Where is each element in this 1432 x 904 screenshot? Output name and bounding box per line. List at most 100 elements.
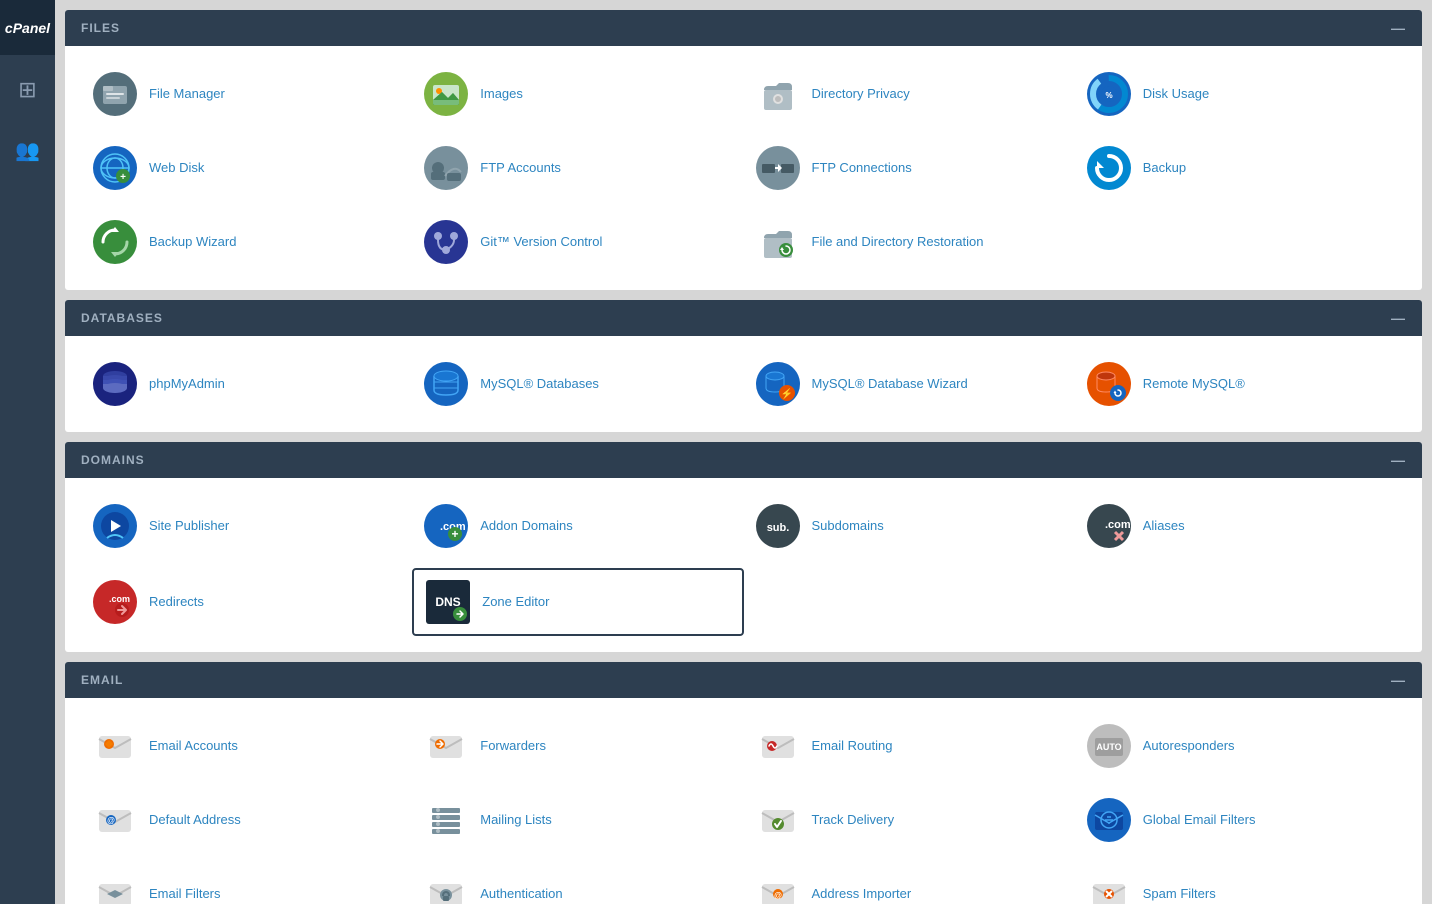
item-label-authentication: Authentication xyxy=(480,886,562,903)
item-label-ftp-accounts: FTP Accounts xyxy=(480,160,561,177)
item-label-default-address: Default Address xyxy=(149,812,241,829)
phpmyadmin-icon xyxy=(91,360,139,408)
item-backup-wizard[interactable]: Backup Wizard xyxy=(81,210,412,274)
section-header-domains: DOMAINS — xyxy=(65,442,1422,478)
mysql-wizard-icon: ⚡ xyxy=(754,360,802,408)
item-backup[interactable]: Backup xyxy=(1075,136,1406,200)
grid-icon[interactable]: ⊞ xyxy=(0,65,55,115)
item-addon-domains[interactable]: .com + Addon Domains xyxy=(412,494,743,558)
item-label-global-email-filters: Global Email Filters xyxy=(1143,812,1256,829)
item-directory-privacy[interactable]: Directory Privacy xyxy=(744,62,1075,126)
section-header-email: EMAIL — xyxy=(65,662,1422,698)
autoresponders-icon: AUTO xyxy=(1085,722,1133,770)
item-email-routing[interactable]: Email Routing xyxy=(744,714,1075,778)
item-file-manager[interactable]: File Manager xyxy=(81,62,412,126)
subdomains-icon: sub. xyxy=(754,502,802,550)
item-web-disk[interactable]: + Web Disk xyxy=(81,136,412,200)
item-aliases[interactable]: .com Aliases xyxy=(1075,494,1406,558)
item-redirects[interactable]: .com Redirects xyxy=(81,568,412,636)
item-phpmyadmin[interactable]: phpMyAdmin xyxy=(81,352,412,416)
item-label-backup: Backup xyxy=(1143,160,1186,177)
addon-domains-icon: .com + xyxy=(422,502,470,550)
item-mailing-lists[interactable]: Mailing Lists xyxy=(412,788,743,852)
section-email: EMAIL — Email Accounts xyxy=(65,662,1422,904)
item-label-images: Images xyxy=(480,86,523,103)
ftp-accounts-icon xyxy=(422,144,470,192)
item-authentication[interactable]: Authentication xyxy=(412,862,743,904)
svg-text:⚡: ⚡ xyxy=(780,387,792,400)
item-subdomains[interactable]: sub. Subdomains xyxy=(744,494,1075,558)
item-ftp-accounts[interactable]: FTP Accounts xyxy=(412,136,743,200)
svg-text:.com: .com xyxy=(1105,519,1131,531)
mailing-lists-icon xyxy=(422,796,470,844)
track-delivery-icon xyxy=(754,796,802,844)
address-importer-icon: @ xyxy=(754,870,802,904)
item-track-delivery[interactable]: Track Delivery xyxy=(744,788,1075,852)
item-forwarders[interactable]: Forwarders xyxy=(412,714,743,778)
item-label-forwarders: Forwarders xyxy=(480,738,546,755)
item-label-git: Git™ Version Control xyxy=(480,234,602,251)
item-label-subdomains: Subdomains xyxy=(812,518,884,535)
svg-text:DNS: DNS xyxy=(436,595,461,609)
svg-text:sub.: sub. xyxy=(766,522,789,534)
collapse-icon-databases[interactable]: — xyxy=(1391,310,1406,326)
item-email-filters[interactable]: Email Filters xyxy=(81,862,412,904)
item-remote-mysql[interactable]: Remote MySQL® xyxy=(1075,352,1406,416)
images-icon xyxy=(422,70,470,118)
item-label-email-routing: Email Routing xyxy=(812,738,893,755)
authentication-icon xyxy=(422,870,470,904)
section-domains: DOMAINS — Site Publisher xyxy=(65,442,1422,652)
item-mysql-databases[interactable]: MySQL® Databases xyxy=(412,352,743,416)
item-ftp-connections[interactable]: FTP Connections xyxy=(744,136,1075,200)
item-default-address[interactable]: @ Default Address xyxy=(81,788,412,852)
redirects-icon: .com xyxy=(91,578,139,626)
collapse-icon-files[interactable]: — xyxy=(1391,20,1406,36)
item-label-web-disk: Web Disk xyxy=(149,160,204,177)
backup-icon xyxy=(1085,144,1133,192)
item-site-publisher[interactable]: Site Publisher xyxy=(81,494,412,558)
collapse-icon-email[interactable]: — xyxy=(1391,672,1406,688)
git-icon xyxy=(422,218,470,266)
item-address-importer[interactable]: @ Address Importer xyxy=(744,862,1075,904)
section-header-files: FILES — xyxy=(65,10,1422,46)
aliases-icon: .com xyxy=(1085,502,1133,550)
item-label-remote-mysql: Remote MySQL® xyxy=(1143,376,1245,393)
section-title-email: EMAIL xyxy=(81,673,123,687)
item-global-email-filters[interactable]: Global Email Filters xyxy=(1075,788,1406,852)
section-databases: DATABASES — phpMyAdmin xyxy=(65,300,1422,432)
site-publisher-icon xyxy=(91,502,139,550)
item-images[interactable]: Images xyxy=(412,62,743,126)
collapse-icon-domains[interactable]: — xyxy=(1391,452,1406,468)
item-label-addon-domains: Addon Domains xyxy=(480,518,573,535)
item-label-mysql: MySQL® Databases xyxy=(480,376,599,393)
item-label-ftp-connections: FTP Connections xyxy=(812,160,912,177)
item-mysql-wizard[interactable]: ⚡ MySQL® Database Wizard xyxy=(744,352,1075,416)
default-address-icon: @ xyxy=(91,796,139,844)
sidebar: cPanel ⊞ 👥 xyxy=(0,0,55,904)
item-spam-filters[interactable]: Spam Filters xyxy=(1075,862,1406,904)
ftp-connections-icon xyxy=(754,144,802,192)
item-label-aliases: Aliases xyxy=(1143,518,1185,535)
item-label-disk-usage: Disk Usage xyxy=(1143,86,1209,103)
email-filters-icon xyxy=(91,870,139,904)
item-zone-editor[interactable]: DNS Zone Editor xyxy=(412,568,743,636)
item-label-zone-editor: Zone Editor xyxy=(482,594,549,611)
item-label-file-manager: File Manager xyxy=(149,86,225,103)
item-label-email-filters: Email Filters xyxy=(149,886,221,903)
item-label-phpmyadmin: phpMyAdmin xyxy=(149,376,225,393)
item-file-directory-restoration[interactable]: File and Directory Restoration xyxy=(744,210,1075,274)
item-label-spam-filters: Spam Filters xyxy=(1143,886,1216,903)
item-label-track-delivery: Track Delivery xyxy=(812,812,895,829)
item-git-version-control[interactable]: Git™ Version Control xyxy=(412,210,743,274)
item-email-accounts[interactable]: Email Accounts xyxy=(81,714,412,778)
zone-editor-icon: DNS xyxy=(424,578,472,626)
item-autoresponders[interactable]: AUTO Autoresponders xyxy=(1075,714,1406,778)
spam-filters-icon xyxy=(1085,870,1133,904)
backup-wizard-icon xyxy=(91,218,139,266)
svg-text:@: @ xyxy=(774,891,782,900)
section-body-databases: phpMyAdmin MySQL® Databases xyxy=(65,336,1422,432)
email-accounts-icon xyxy=(91,722,139,770)
users-icon[interactable]: 👥 xyxy=(0,125,55,175)
svg-text:+: + xyxy=(120,172,126,183)
item-disk-usage[interactable]: % Disk Usage xyxy=(1075,62,1406,126)
